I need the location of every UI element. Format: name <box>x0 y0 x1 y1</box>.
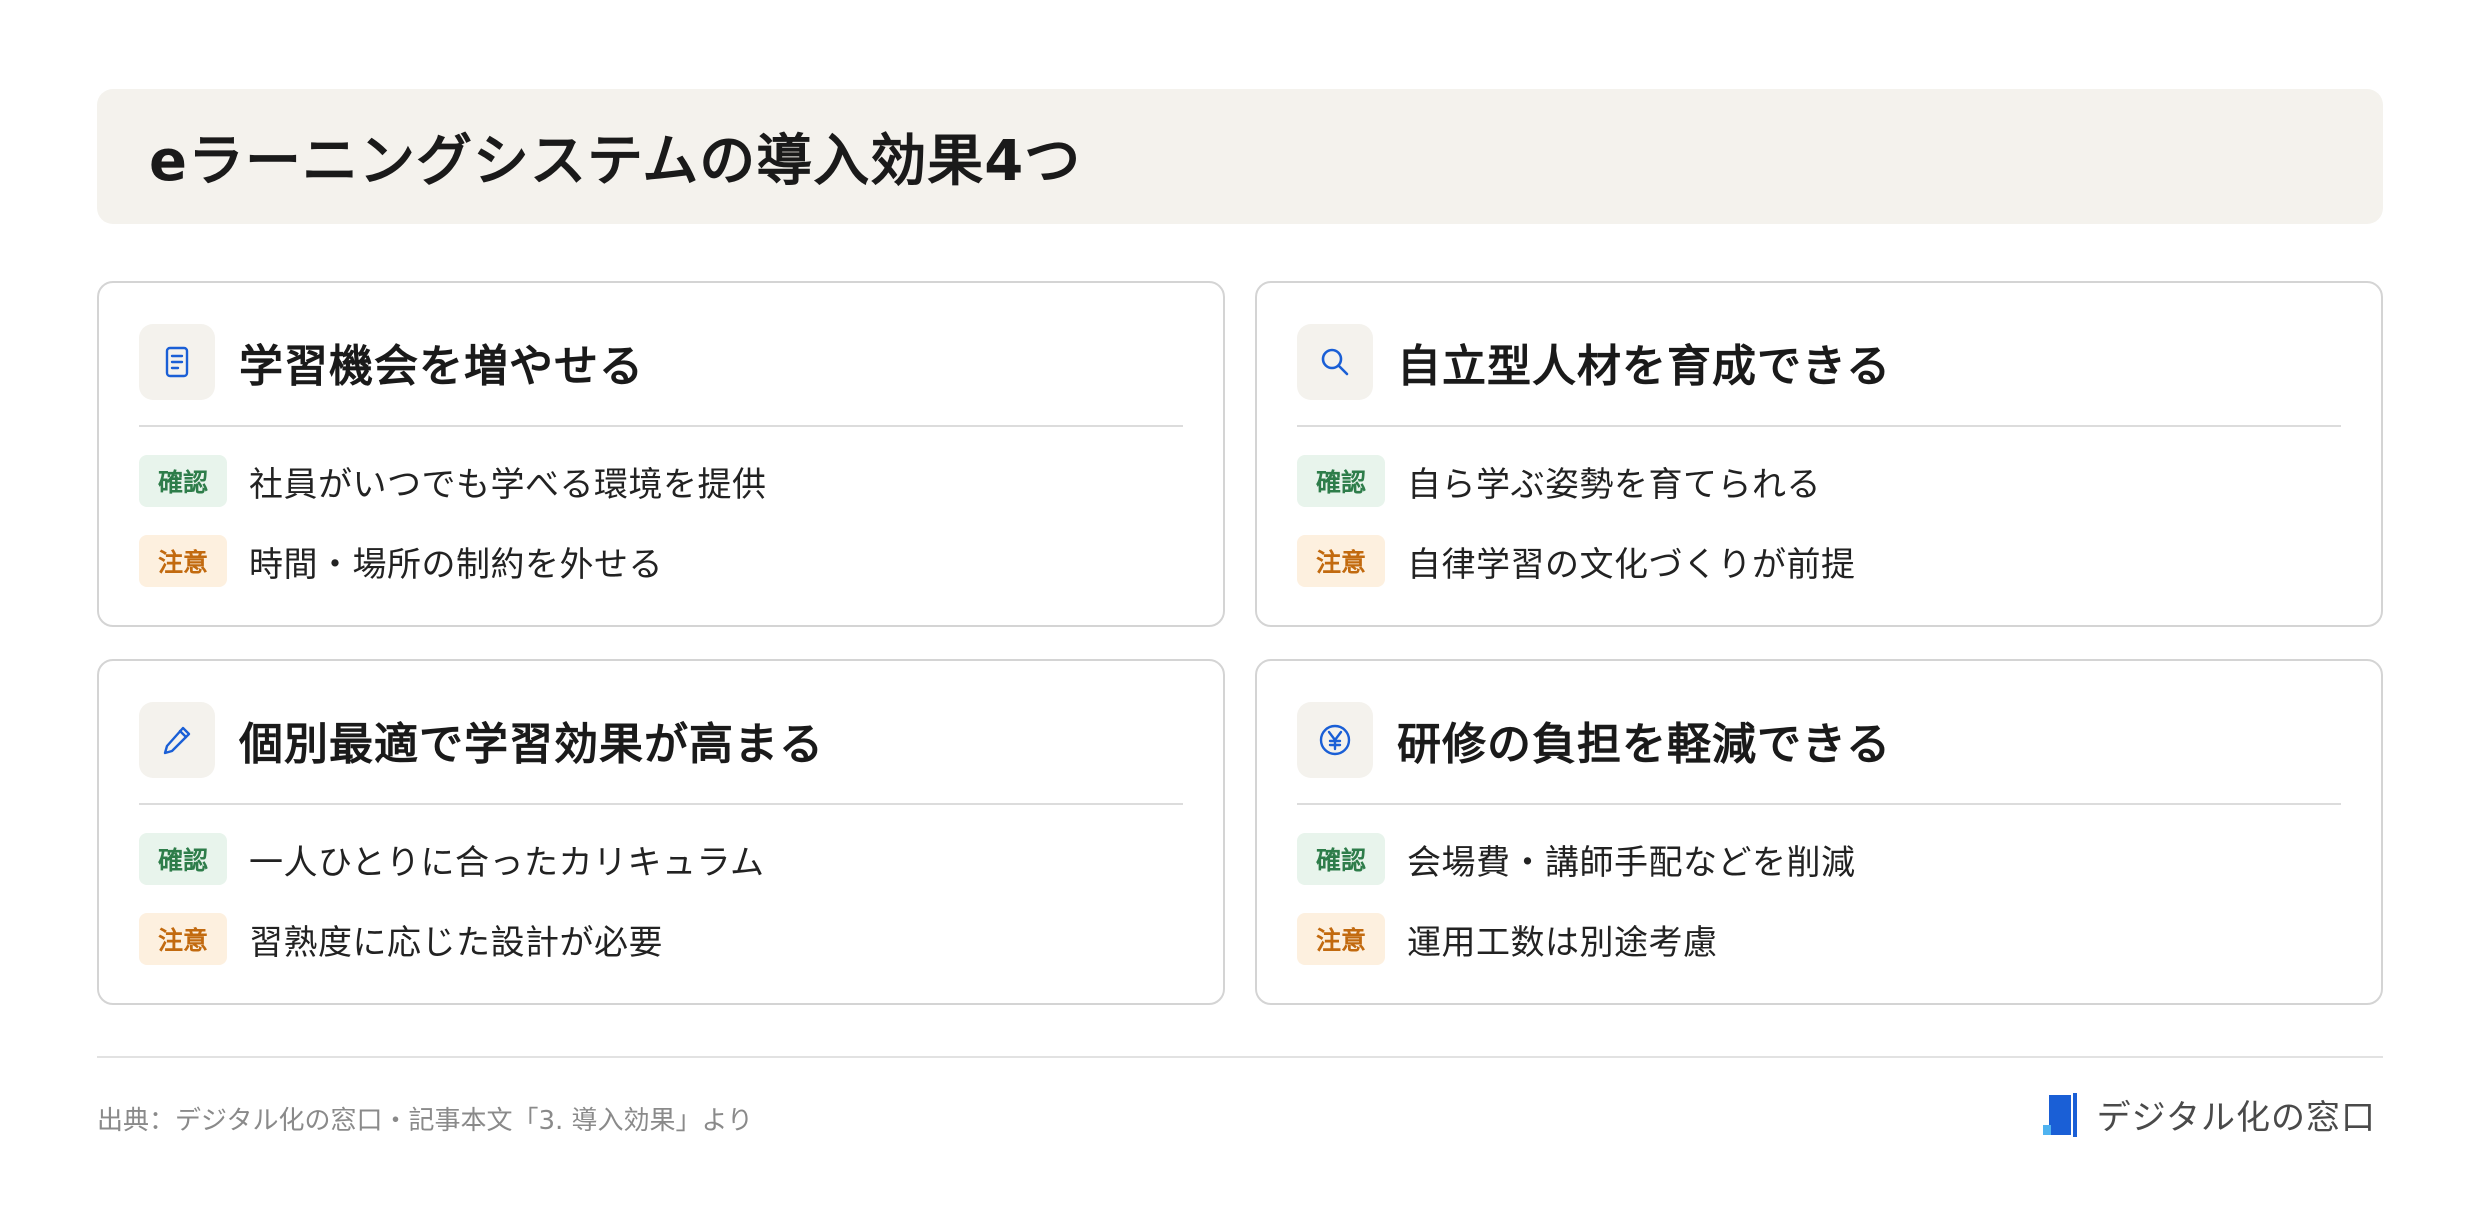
caution-row: 注意 習熟度に応じた設計が必要 <box>139 913 1183 965</box>
confirm-row: 確認 一人ひとりに合ったカリキュラム <box>139 833 1183 885</box>
caution-text: 時間・場所の制約を外せる <box>249 544 663 585</box>
divider <box>139 425 1183 427</box>
caution-badge: 注意 <box>139 913 227 965</box>
document-icon <box>139 324 215 400</box>
caution-badge: 注意 <box>1297 913 1385 965</box>
source-note: 出典：デジタル化の窓口・記事本文「3. 導入効果」より <box>97 1106 754 1136</box>
caution-text: 習熟度に応じた設計が必要 <box>249 922 663 963</box>
confirm-text: 会場費・講師手配などを削減 <box>1407 842 1856 883</box>
caution-row: 注意 時間・場所の制約を外せる <box>139 535 1183 587</box>
caution-row: 注意 運用工数は別途考慮 <box>1297 913 2341 965</box>
confirm-row: 確認 会場費・講師手配などを削減 <box>1297 833 2341 885</box>
footer-divider <box>97 1056 2383 1058</box>
effect-card-3: 個別最適で学習効果が高まる 確認 一人ひとりに合ったカリキュラム 注意 習熟度に… <box>97 659 1225 1005</box>
confirm-row: 確認 社員がいつでも学べる環境を提供 <box>139 455 1183 507</box>
confirm-badge: 確認 <box>1297 833 1385 885</box>
effect-card-1: 学習機会を増やせる 確認 社員がいつでも学べる環境を提供 注意 時間・場所の制約… <box>97 281 1225 627</box>
confirm-badge: 確認 <box>139 455 227 507</box>
confirm-text: 一人ひとりに合ったカリキュラム <box>249 842 765 883</box>
confirm-text: 社員がいつでも学べる環境を提供 <box>249 464 767 505</box>
caution-text: 運用工数は別途考慮 <box>1407 922 1718 963</box>
divider <box>1297 425 2341 427</box>
brand-logo-icon <box>2042 1092 2077 1137</box>
effect-card-2: 自立型人材を育成できる 確認 自ら学ぶ姿勢を育てられる 注意 自律学習の文化づく… <box>1255 281 2383 627</box>
confirm-badge: 確認 <box>139 833 227 885</box>
confirm-badge: 確認 <box>1297 455 1385 507</box>
brand-logo: デジタル化の窓口 <box>2042 1090 2376 1139</box>
pencil-icon <box>139 702 215 778</box>
search-icon <box>1297 324 1373 400</box>
yen-icon <box>1297 702 1373 778</box>
caution-text: 自律学習の文化づくりが前提 <box>1407 544 1856 585</box>
confirm-text: 自ら学ぶ姿勢を育てられる <box>1407 464 1821 505</box>
divider <box>1297 803 2341 805</box>
divider <box>139 803 1183 805</box>
page-title: eラーニングシステムの導入効果4つ <box>149 129 1082 194</box>
caution-badge: 注意 <box>139 535 227 587</box>
card-title: 個別最適で学習効果が高まる <box>239 719 824 770</box>
card-title: 自立型人材を育成できる <box>1397 341 1892 392</box>
card-title: 学習機会を増やせる <box>239 341 644 392</box>
caution-badge: 注意 <box>1297 535 1385 587</box>
effect-card-4: 研修の負担を軽減できる 確認 会場費・講師手配などを削減 注意 運用工数は別途考… <box>1255 659 2383 1005</box>
confirm-row: 確認 自ら学ぶ姿勢を育てられる <box>1297 455 2341 507</box>
card-title: 研修の負担を軽減できる <box>1397 719 1892 770</box>
title-banner: eラーニングシステムの導入効果4つ <box>97 89 2383 224</box>
effects-grid: 学習機会を増やせる 確認 社員がいつでも学べる環境を提供 注意 時間・場所の制約… <box>97 281 2383 1005</box>
caution-row: 注意 自律学習の文化づくりが前提 <box>1297 535 2341 587</box>
brand-name: デジタル化の窓口 <box>2096 1098 2376 1138</box>
